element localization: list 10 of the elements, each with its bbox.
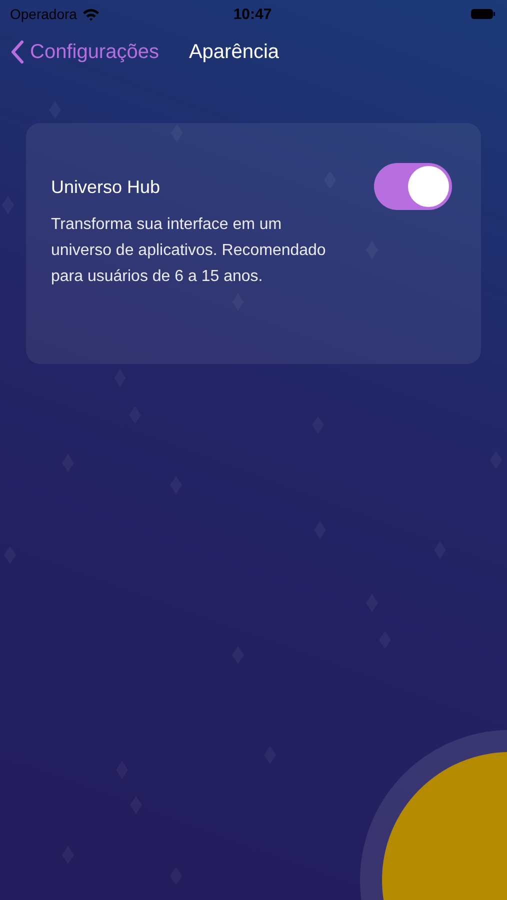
wifi-icon [82,8,100,20]
status-time: 10:47 [233,6,272,22]
back-button[interactable]: Configurações [10,40,159,64]
setting-description: Transforma sua interface em um universo de aplicativos. Recomendado para usuários de 6 a 15 anos. [51,215,327,287]
chevron-left-icon [10,40,24,64]
carrier-name: Operadora [10,6,77,22]
toggle-switch[interactable] [374,163,452,210]
battery-icon [471,8,495,20]
page-title: Aparência [188,40,280,64]
setting-title: Universo Hub [51,177,162,198]
